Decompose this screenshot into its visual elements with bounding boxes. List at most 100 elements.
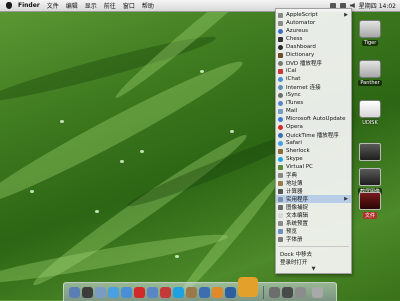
menu-item-open-at-login[interactable]: 登录时打开 [276, 258, 351, 266]
apple-menu-icon[interactable] [6, 2, 12, 9]
document-icon [359, 192, 381, 210]
word-icon[interactable] [225, 287, 236, 298]
textedit-icon [278, 212, 283, 218]
ichat-icon[interactable] [121, 287, 132, 298]
menu-item-preview[interactable]: 预览 [276, 227, 351, 235]
sync-icon [278, 92, 283, 98]
automator-icon [278, 20, 283, 26]
quicktime-icon [278, 132, 283, 138]
menu-item-chess[interactable]: Chess [276, 35, 351, 43]
desktop-icon-panther[interactable]: Panther [353, 60, 387, 86]
address-book-icon [278, 180, 283, 186]
gear-icon [278, 220, 283, 226]
dashboard-icon [278, 44, 283, 50]
menu-item-virtual-pc[interactable]: Virtual PC [276, 163, 351, 171]
menu-item-internet-connect[interactable]: Internet 连接 [276, 83, 351, 91]
desktop-icon-tiger[interactable]: Tiger [353, 20, 387, 46]
menu-item-font-book[interactable]: 字体册 [276, 235, 351, 243]
menu-item-quicktime[interactable]: QuickTime 播放程序 [276, 131, 351, 139]
menu-item-textedit[interactable]: 文本编辑 [276, 211, 351, 219]
usb-drive-icon [359, 100, 381, 118]
menu-item-zidian[interactable]: 字典 [276, 171, 351, 179]
menu-item-address-book[interactable]: 地址簿 [276, 179, 351, 187]
camera-icon [278, 204, 283, 210]
virtual-pc-icon [278, 164, 283, 170]
menubar-clock[interactable]: 星期四 14:02 [359, 1, 396, 10]
menu-view[interactable]: 显示 [85, 1, 97, 10]
menu-item-ichat[interactable]: iChat [276, 75, 351, 83]
menu-item-sherlock[interactable]: Sherlock [276, 147, 351, 155]
compass-icon [278, 140, 283, 146]
dock [63, 277, 337, 301]
menu-item-opera[interactable]: Opera [276, 123, 351, 131]
calendar-icon [278, 68, 283, 74]
ical-icon[interactable] [160, 287, 171, 298]
globe-icon [278, 84, 283, 90]
hard-drive-icon [359, 60, 381, 78]
desktop-icon-udisk[interactable]: UDISK [353, 100, 387, 126]
menu-separator [278, 246, 349, 247]
menu-go[interactable]: 前往 [104, 1, 116, 10]
menu-item-skype[interactable]: Skype [276, 155, 351, 163]
menu-help[interactable]: 帮助 [142, 1, 154, 10]
dock-separator [263, 286, 264, 299]
address-book-icon[interactable] [186, 287, 197, 298]
menu-item-safari[interactable]: Safari [276, 139, 351, 147]
folder-icon [278, 12, 283, 18]
screenshot-icon [359, 168, 381, 186]
menu-item-isync[interactable]: iSync [276, 91, 351, 99]
chat-icon [278, 76, 283, 82]
documents-folder-icon[interactable] [295, 287, 306, 298]
menu-item-system-preferences[interactable]: 系统预置 [276, 219, 351, 227]
mail-icon[interactable] [95, 287, 106, 298]
utility-app-icon[interactable] [238, 277, 258, 297]
menu-item-remove-from-dock[interactable]: Dock 中移去 [276, 250, 351, 258]
finder-icon[interactable] [69, 287, 80, 298]
desktop-icon-screen[interactable] [353, 143, 387, 167]
menu-item-ms-autoupdate[interactable]: Microsoft AutoUpdate [276, 115, 351, 123]
trash-icon[interactable] [312, 287, 323, 298]
menu-item-applescript[interactable]: AppleScript ▶ [276, 11, 351, 19]
menu-item-image-capture[interactable]: 图像捕捉 [276, 203, 351, 211]
vlc-icon[interactable] [212, 287, 223, 298]
quicktime-icon[interactable] [199, 287, 210, 298]
scroll-down-arrow-icon[interactable]: ▼ [276, 266, 351, 272]
music-note-icon [278, 100, 283, 106]
menu-item-azureus[interactable]: Azureus [276, 27, 351, 35]
menu-item-dictionary[interactable]: Dictionary [276, 51, 351, 59]
hard-drive-icon [359, 20, 381, 38]
dashboard-icon[interactable] [82, 287, 93, 298]
menu-item-dvd-player[interactable]: DVD 播放程序 [276, 59, 351, 67]
calculator-icon [278, 188, 283, 194]
update-icon [278, 116, 283, 122]
dvd-icon [278, 60, 283, 66]
safari-icon[interactable] [108, 287, 119, 298]
opera-icon [278, 124, 283, 130]
screenshot-icon [359, 143, 381, 161]
sherlock-icon [278, 148, 283, 154]
dictionary-icon [278, 172, 283, 178]
dock-folder-menu: AppleScript ▶ Automator Azureus Chess Das… [275, 8, 352, 274]
itunes-icon[interactable] [147, 287, 158, 298]
terminal-icon[interactable] [282, 287, 293, 298]
desktop-icon-file[interactable]: 文件 [353, 192, 387, 219]
menu-item-dashboard[interactable]: Dashboard [276, 43, 351, 51]
menu-item-mail[interactable]: Mail [276, 107, 351, 115]
menu-item-itunes[interactable]: iTunes [276, 99, 351, 107]
dictionary-icon [278, 52, 283, 58]
desktop-icon-screenshot[interactable]: 截屏图像 [353, 168, 387, 195]
menu-window[interactable]: 窗口 [123, 1, 135, 10]
menu-item-automator[interactable]: Automator [276, 19, 351, 27]
menu-item-calculator[interactable]: 计算器 [276, 187, 351, 195]
menu-item-utilities[interactable]: 实用程序 ▶ [276, 195, 351, 203]
font-book-icon [278, 236, 283, 242]
menu-app-finder[interactable]: Finder [18, 2, 40, 9]
applications-folder-icon[interactable] [269, 287, 280, 298]
skype-icon[interactable] [173, 287, 184, 298]
menu-file[interactable]: 文件 [47, 1, 59, 10]
menu-item-ical[interactable]: iCal [276, 67, 351, 75]
menu-edit[interactable]: 编辑 [66, 1, 78, 10]
preview-icon [278, 228, 283, 234]
azureus-icon [278, 28, 283, 34]
opera-icon[interactable] [134, 287, 145, 298]
